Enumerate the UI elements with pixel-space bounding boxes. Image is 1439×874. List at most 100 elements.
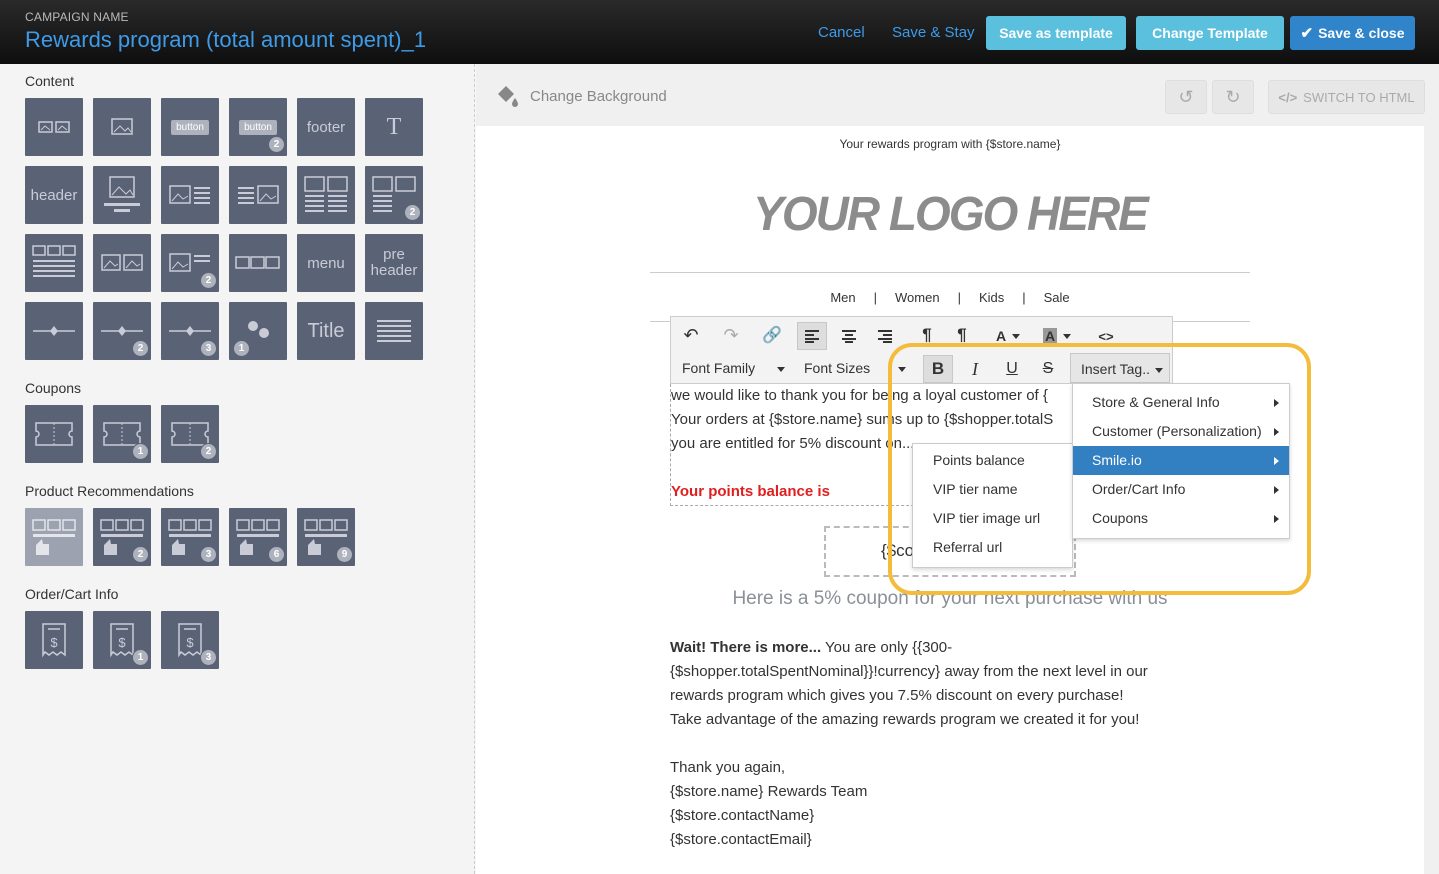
pre-label: pre: [383, 246, 405, 263]
block-button-2[interactable]: button 2: [229, 98, 287, 156]
two-images-icon: [101, 254, 143, 271]
two-columns-icon: [304, 176, 348, 212]
switch-html-label: SWITCH TO HTML: [1303, 89, 1415, 105]
align-center-icon[interactable]: [837, 325, 861, 347]
receipt-icon: $: [178, 623, 202, 658]
align-right-icon[interactable]: [873, 325, 897, 347]
redo-icon: ↻: [1225, 86, 1241, 107]
title-label: Title: [307, 319, 345, 342]
button-pill: button: [171, 119, 209, 135]
more-text-a: You are only {{300-: [821, 639, 953, 656]
font-family-select[interactable]: Font Family: [682, 360, 786, 376]
count-badge: 1: [132, 443, 149, 460]
align-left-icon[interactable]: [797, 322, 827, 350]
block-receipt-3[interactable]: $ 3: [161, 611, 219, 669]
undo-icon[interactable]: ↶: [681, 325, 701, 345]
paint-bucket-icon: [498, 86, 518, 107]
block-text[interactable]: T: [365, 98, 423, 156]
nav-separator: |: [1022, 290, 1026, 305]
block-image-caption[interactable]: [93, 166, 151, 224]
count-badge: 1: [233, 340, 250, 357]
receipt-icon: $: [42, 623, 66, 658]
block-receipt-1[interactable]: $ 1: [93, 611, 151, 669]
block-receipt[interactable]: $: [25, 611, 83, 669]
signature-line-4: {$store.contactEmail}: [670, 831, 812, 848]
redo-button[interactable]: ↻: [1212, 80, 1254, 114]
block-header[interactable]: header: [25, 166, 83, 224]
menu-label: menu: [307, 254, 345, 272]
divider-icon: [169, 326, 211, 336]
save-as-template-button[interactable]: Save as template: [986, 16, 1126, 50]
block-coupon[interactable]: [25, 405, 83, 463]
block-text-left-image[interactable]: [229, 166, 287, 224]
block-coupon-1[interactable]: 1: [93, 405, 151, 463]
block-product-6[interactable]: 6: [229, 508, 287, 566]
block-two-columns-2[interactable]: 2: [365, 166, 423, 224]
undo-button[interactable]: ↺: [1165, 80, 1207, 114]
change-background-button[interactable]: Change Background: [494, 84, 667, 108]
block-divider-3[interactable]: 3: [161, 302, 219, 360]
block-coupon-2[interactable]: 2: [161, 405, 219, 463]
block-product[interactable]: [25, 508, 83, 566]
divider-line: [650, 272, 1250, 273]
block-footer[interactable]: footer: [297, 98, 355, 156]
block-two-images-small[interactable]: [25, 98, 83, 156]
block-two-columns[interactable]: [297, 166, 355, 224]
more-paragraph[interactable]: Wait! There is more... You are only {{30…: [670, 636, 1210, 732]
link-icon[interactable]: 🔗: [762, 325, 782, 345]
svg-text:$: $: [50, 635, 58, 650]
block-image[interactable]: [93, 98, 151, 156]
cancel-button[interactable]: Cancel: [818, 24, 865, 41]
email-nav-menu[interactable]: Men | Women | Kids | Sale: [650, 290, 1250, 305]
count-badge: 3: [200, 649, 217, 666]
three-columns-icon: [32, 245, 76, 277]
block-divider-2[interactable]: 2: [93, 302, 151, 360]
block-pre-header[interactable]: pre header: [365, 234, 423, 292]
nav-separator: |: [873, 290, 877, 305]
block-two-images[interactable]: [93, 234, 151, 292]
check-icon: ✔: [1300, 25, 1314, 42]
image-text-icon: [169, 185, 210, 204]
count-badge: 2: [132, 546, 149, 563]
switch-to-html-button[interactable]: </> SWITCH TO HTML: [1268, 80, 1425, 114]
nav-item-sale[interactable]: Sale: [1044, 290, 1070, 305]
block-paragraph[interactable]: [365, 302, 423, 360]
nav-item-men[interactable]: Men: [830, 290, 855, 305]
count-badge: 6: [268, 546, 285, 563]
block-button[interactable]: button: [161, 98, 219, 156]
order-section-title: Order/Cart Info: [25, 586, 119, 602]
code-icon: </>: [1278, 89, 1298, 105]
nav-item-kids[interactable]: Kids: [979, 290, 1004, 305]
block-social[interactable]: 1: [229, 302, 287, 360]
email-logo[interactable]: YOUR LOGO HERE: [476, 185, 1424, 242]
block-product-3[interactable]: 3: [161, 508, 219, 566]
redo-icon[interactable]: ↷: [721, 325, 741, 345]
block-three-columns[interactable]: [25, 234, 83, 292]
count-badge: 3: [200, 546, 217, 563]
coupons-section-title: Coupons: [25, 380, 82, 396]
text-image-icon: [238, 185, 279, 204]
save-stay-button[interactable]: Save & Stay: [892, 24, 975, 41]
coupon-icon: [35, 422, 73, 446]
block-image-text-2[interactable]: 2: [161, 234, 219, 292]
divider-icon: [33, 326, 75, 336]
block-title[interactable]: Title: [297, 302, 355, 360]
email-preheader[interactable]: Your rewards program with {$store.name}: [476, 137, 1424, 151]
signature-paragraph[interactable]: Thank you again, {$store.name} Rewards T…: [670, 756, 1210, 852]
block-product-2[interactable]: 2: [93, 508, 151, 566]
change-template-button[interactable]: Change Template: [1136, 16, 1284, 50]
save-close-button[interactable]: ✔ Save & close: [1290, 16, 1415, 50]
block-three-images[interactable]: [229, 234, 287, 292]
svg-text:$: $: [186, 635, 194, 650]
block-image-left-text[interactable]: [161, 166, 219, 224]
campaign-name[interactable]: Rewards program (total amount spent)_1: [25, 27, 426, 53]
block-menu[interactable]: menu: [297, 234, 355, 292]
image-caption-icon: [104, 176, 140, 212]
block-product-9[interactable]: 9: [297, 508, 355, 566]
campaign-name-label: CAMPAIGN NAME: [25, 10, 129, 24]
more-text-c: rewards program which gives you 7.5% dis…: [670, 687, 1124, 704]
signature-line-1: Thank you again,: [670, 759, 786, 776]
nav-item-women[interactable]: Women: [895, 290, 940, 305]
divider-icon: [101, 326, 143, 336]
block-divider[interactable]: [25, 302, 83, 360]
